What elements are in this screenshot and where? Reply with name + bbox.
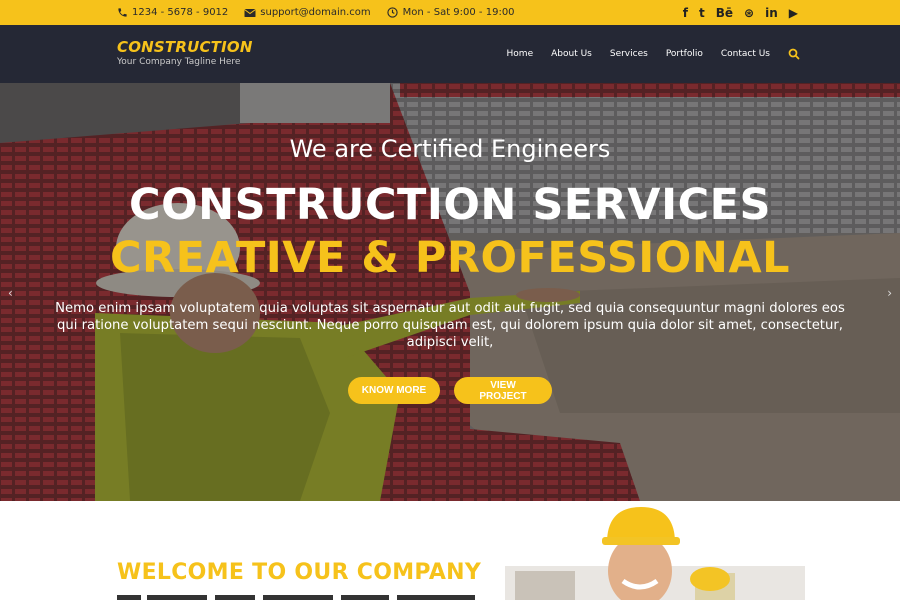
nav-item-contact-us[interactable]: Contact Us xyxy=(721,49,770,59)
phone-contact: 1234 - 5678 - 9012 xyxy=(116,7,228,19)
clock-icon xyxy=(387,7,399,19)
hero-slider: We are Certified Engineers CONSTRUCTION … xyxy=(0,83,900,501)
twitter-icon[interactable]: t xyxy=(699,6,705,20)
facebook-icon[interactable]: f xyxy=(683,6,688,20)
top-bar: 1234 - 5678 - 9012 support@domain.com Mo… xyxy=(0,0,900,25)
hours-contact: Mon - Sat 9:00 - 19:00 xyxy=(387,7,515,19)
logo-tagline: Your Company Tagline Here xyxy=(117,57,241,67)
dribbble-icon[interactable]: ⊛ xyxy=(744,6,754,20)
welcome-subtitle-cutoff xyxy=(117,595,475,600)
phone-icon xyxy=(116,7,128,19)
linkedin-icon[interactable]: in xyxy=(765,6,778,20)
nav-item-services[interactable]: Services xyxy=(610,49,648,59)
email-address[interactable]: support@domain.com xyxy=(260,7,370,18)
contact-info: 1234 - 5678 - 9012 support@domain.com Mo… xyxy=(116,0,531,25)
envelope-icon xyxy=(244,7,257,19)
hero-title-line-2: CREATIVE & PROFESSIONAL xyxy=(109,233,791,283)
email-contact[interactable]: support@domain.com xyxy=(244,7,371,19)
behance-icon[interactable]: Bē xyxy=(716,6,733,20)
hero-content: We are Certified Engineers CONSTRUCTION … xyxy=(0,83,900,501)
social-links: f t Bē ⊛ in ▶ xyxy=(672,0,798,25)
hero-title-line-1: CONSTRUCTION SERVICES xyxy=(129,180,771,230)
welcome-section: WELCOME TO OUR COMPANY xyxy=(0,501,900,600)
site-logo[interactable]: CONSTRUCTION Your Company Tagline Here xyxy=(117,38,253,67)
phone-number: 1234 - 5678 - 9012 xyxy=(132,7,229,18)
hero-subtitle: We are Certified Engineers xyxy=(289,135,611,163)
welcome-title: WELCOME TO OUR COMPANY xyxy=(117,560,482,585)
view-project-button[interactable]: VIEW PROJECT xyxy=(454,377,552,404)
nav-item-home[interactable]: Home xyxy=(507,49,534,59)
main-header: CONSTRUCTION Your Company Tagline Here H… xyxy=(0,25,900,83)
nav-item-about-us[interactable]: About Us xyxy=(551,49,592,59)
hero-description: Nemo enim ipsam voluptatem quia voluptas… xyxy=(55,301,845,350)
slider-prev-icon[interactable]: ‹ xyxy=(8,286,13,300)
nav-item-portfolio[interactable]: Portfolio xyxy=(666,49,703,59)
slider-next-icon[interactable]: › xyxy=(887,286,892,300)
logo-title: CONSTRUCTION xyxy=(117,38,253,56)
know-more-button[interactable]: KNOW MORE xyxy=(348,377,440,404)
hero-buttons: KNOW MORE VIEW PROJECT xyxy=(0,377,900,404)
youtube-icon[interactable]: ▶ xyxy=(789,6,798,20)
main-nav: Home About Us Services Portfolio Contact… xyxy=(489,25,800,83)
search-icon[interactable] xyxy=(788,48,800,60)
opening-hours: Mon - Sat 9:00 - 19:00 xyxy=(402,7,515,18)
welcome-engineers-image xyxy=(505,507,805,600)
